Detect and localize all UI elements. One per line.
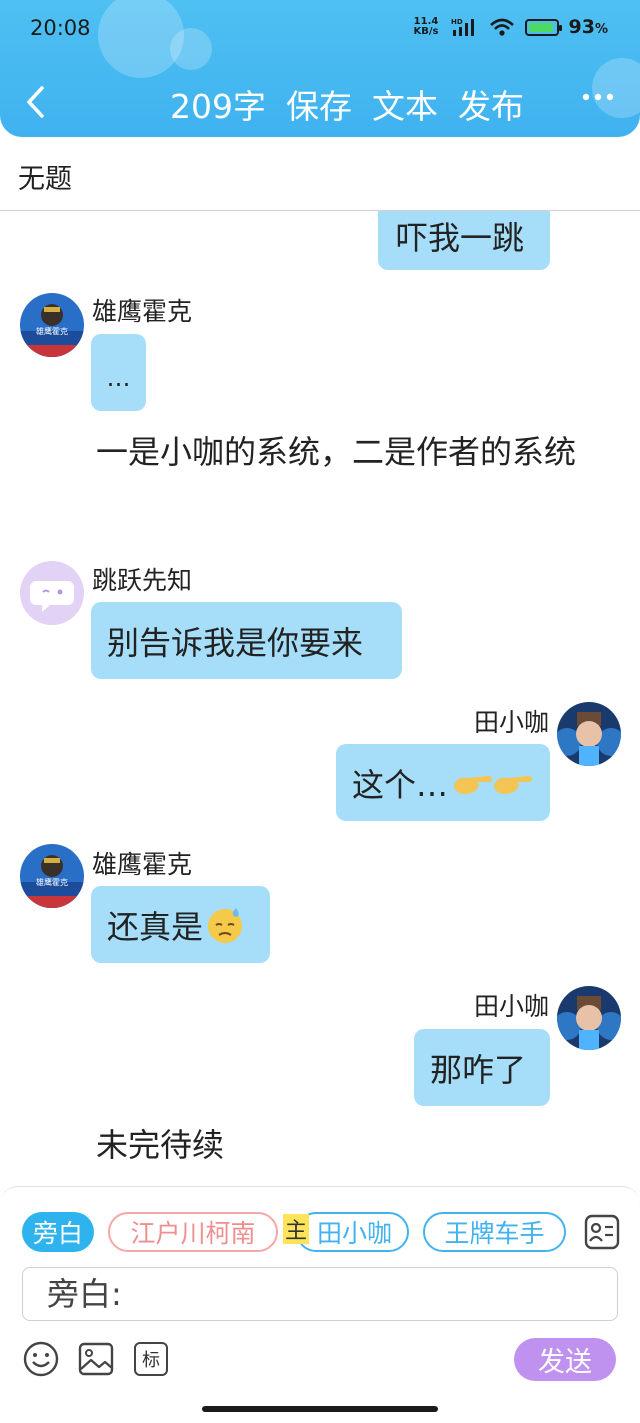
message-text: 这个… bbox=[352, 765, 449, 804]
message-bubble[interactable]: 这个… bbox=[336, 744, 550, 821]
wifi-icon bbox=[489, 18, 514, 36]
avatar-image bbox=[557, 986, 621, 1050]
avatar-badge-text: 雄鹰霍克 bbox=[36, 326, 68, 336]
tag-button[interactable]: 标 bbox=[134, 1342, 168, 1376]
editor-toolbar: 209字 保存 文本 发布 bbox=[170, 80, 524, 128]
sender-name: 田小咖 bbox=[473, 708, 549, 737]
document-title[interactable]: 无题 bbox=[18, 157, 72, 196]
pointing-hands-emoji bbox=[454, 775, 533, 794]
send-button[interactable]: 发送 bbox=[514, 1338, 616, 1381]
message-input[interactable] bbox=[22, 1267, 618, 1321]
avatar-xiongying[interactable]: 雄鹰霍克 bbox=[20, 293, 84, 357]
avatar-image: 雄鹰霍克 bbox=[20, 293, 84, 357]
avatar-xiongying[interactable]: 雄鹰霍克 bbox=[20, 844, 84, 908]
signal-icon: HD bbox=[451, 18, 474, 36]
sweat-face-emoji bbox=[208, 907, 243, 943]
sender-name: 跳跃先知 bbox=[92, 566, 193, 595]
battery-level bbox=[528, 22, 553, 32]
role-chip-conan[interactable]: 江户川柯南 bbox=[108, 1212, 278, 1252]
role-chip-label: 田小咖 bbox=[316, 1219, 392, 1248]
sender-name: 雄鹰霍克 bbox=[92, 850, 193, 879]
message-text: 吓我一跳 bbox=[396, 218, 525, 257]
avatar-tianxiaoka[interactable] bbox=[557, 986, 621, 1050]
avatar-tianxiaoka[interactable] bbox=[557, 702, 621, 766]
smiley-icon[interactable] bbox=[23, 1341, 59, 1377]
avatar-tiaoyue[interactable] bbox=[20, 561, 84, 625]
sender-name: 雄鹰霍克 bbox=[92, 297, 193, 326]
role-chip-narration[interactable]: 旁白 bbox=[22, 1212, 94, 1252]
narration-text[interactable]: 未完待续 bbox=[96, 1115, 224, 1175]
battery-icon bbox=[524, 18, 562, 36]
more-dots-icon[interactable] bbox=[578, 84, 618, 110]
sender-name: 田小咖 bbox=[473, 992, 549, 1021]
hd-label: HD bbox=[451, 18, 463, 26]
message-bubble[interactable]: 那咋了 bbox=[414, 1029, 550, 1106]
battery-percent: 93% bbox=[568, 16, 608, 38]
network-speed: 11.4 KB/s bbox=[413, 16, 439, 37]
chevron-left-icon[interactable] bbox=[22, 84, 52, 120]
chat-area[interactable]: 吓我一跳 雄鹰霍克 雄鹰霍克 … 一是小咖的系统，二是作者的系统 跳跃先知 别告… bbox=[0, 211, 640, 1186]
message-bubble[interactable]: 吓我一跳 bbox=[378, 211, 550, 270]
tag-label: 标 bbox=[142, 1350, 160, 1371]
message-text: 还真是 bbox=[107, 907, 204, 946]
avatar-badge-text: 雄鹰霍克 bbox=[36, 877, 68, 887]
main-role-badge: 主 bbox=[283, 1214, 310, 1244]
message-text: … bbox=[106, 363, 131, 392]
status-time: 20:08 bbox=[30, 16, 91, 40]
word-count: 209字 bbox=[170, 87, 266, 126]
text-mode-button[interactable]: 文本 bbox=[372, 80, 438, 128]
image-icon[interactable] bbox=[78, 1341, 114, 1377]
publish-button[interactable]: 发布 bbox=[458, 80, 524, 128]
role-chip-tianxiaoka[interactable]: 田小咖 bbox=[296, 1212, 409, 1252]
narration-text[interactable]: 一是小咖的系统，二是作者的系统 bbox=[96, 422, 604, 482]
message-bubble[interactable]: … bbox=[91, 334, 146, 411]
app-header: 20:08 11.4 KB/s HD 93% 209字 保存 文本 发布 bbox=[0, 0, 640, 137]
avatar-image bbox=[30, 581, 74, 612]
message-bubble[interactable]: 别告诉我是你要来 bbox=[91, 602, 402, 679]
avatar-image bbox=[557, 702, 621, 766]
home-indicator[interactable] bbox=[202, 1406, 438, 1412]
message-text: 那咋了 bbox=[430, 1050, 527, 1089]
role-chip-ace-driver[interactable]: 王牌车手 bbox=[423, 1212, 566, 1252]
contact-card-icon[interactable] bbox=[584, 1214, 620, 1250]
message-bubble[interactable]: 还真是 bbox=[91, 886, 270, 963]
status-icons: 11.4 KB/s HD 93% bbox=[414, 16, 608, 38]
decor-bubble-small bbox=[170, 28, 212, 70]
avatar-image: 雄鹰霍克 bbox=[20, 844, 84, 908]
save-button[interactable]: 保存 bbox=[286, 80, 352, 128]
message-text: 别告诉我是你要来 bbox=[107, 623, 364, 662]
